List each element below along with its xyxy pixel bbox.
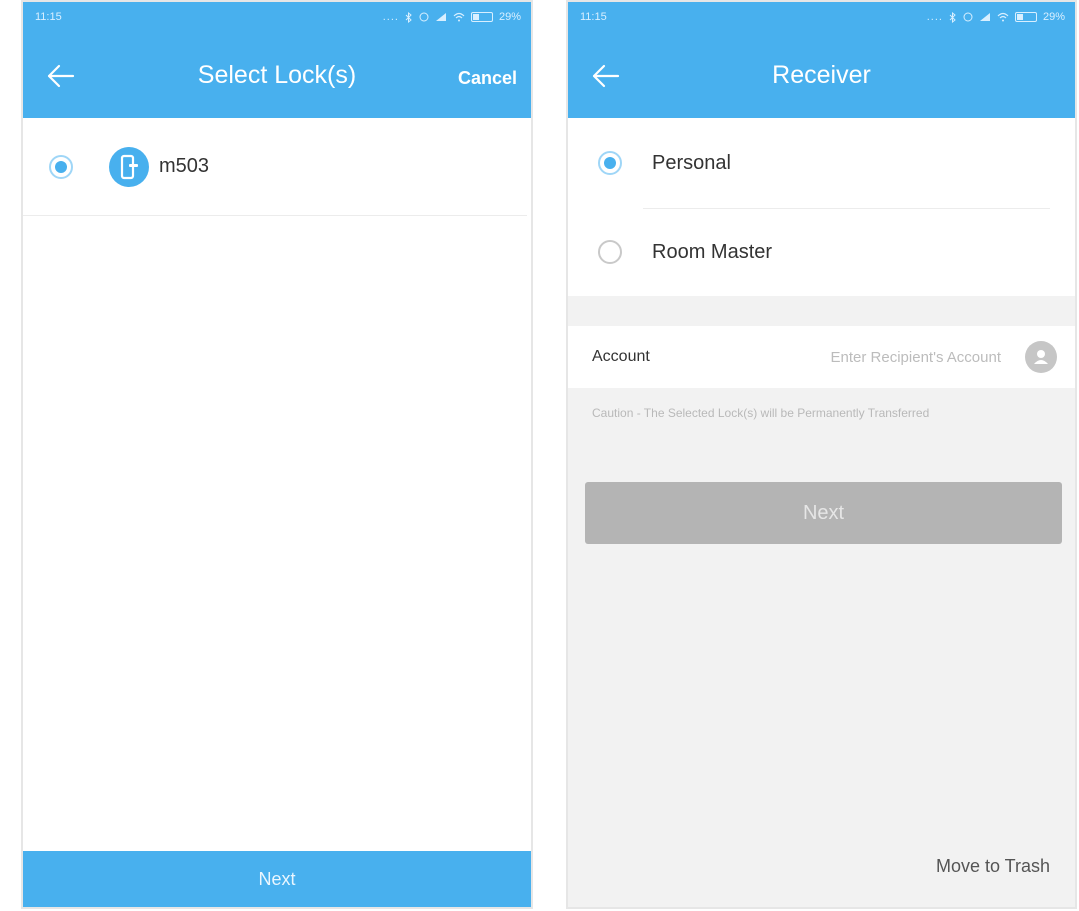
status-time: 11:15 [580, 11, 607, 23]
battery-icon [1014, 12, 1037, 22]
room-master-radio[interactable] [598, 240, 622, 264]
lock-list-item[interactable]: m503 [23, 118, 527, 216]
personal-radio[interactable] [598, 151, 622, 175]
status-bar: 11:15 .... 29% [568, 2, 1075, 32]
bluetooth-icon [949, 11, 956, 23]
option-personal[interactable]: Personal [568, 118, 1075, 208]
status-time: 11:15 [35, 11, 62, 23]
account-input[interactable] [762, 348, 1025, 366]
signal-icon [435, 13, 446, 21]
wifi-icon [997, 12, 1009, 22]
header: Receiver [568, 32, 1075, 118]
arrow-left-icon[interactable] [588, 58, 624, 94]
account-row: Account [568, 326, 1075, 388]
next-button[interactable]: Next [585, 482, 1062, 544]
select-locks-screen: 11:15 .... 29% Select Lock(s) Cancel m50… [21, 0, 533, 909]
notification-dots: .... [382, 11, 399, 23]
lock-radio[interactable] [49, 154, 73, 179]
divider [643, 208, 1050, 209]
option-room-master[interactable]: Room Master [568, 208, 1075, 296]
option-label: Room Master [652, 240, 773, 263]
arrow-left-icon[interactable] [43, 58, 79, 94]
wifi-icon [453, 12, 465, 22]
bluetooth-icon [405, 11, 412, 23]
battery-level: 29% [1042, 11, 1065, 23]
header: Select Lock(s) Cancel [23, 32, 531, 118]
page-title: Select Lock(s) [197, 60, 357, 89]
battery-level: 29% [498, 11, 521, 23]
caution-text: Caution - The Selected Lock(s) will be P… [592, 406, 930, 420]
option-label: Personal [652, 151, 731, 174]
page-title: Receiver [772, 60, 871, 89]
alarm-icon [419, 12, 429, 22]
contact-person-icon[interactable] [1025, 341, 1057, 373]
next-button[interactable]: Next [23, 851, 531, 907]
door-lock-icon [109, 146, 149, 187]
lock-name: m503 [159, 155, 210, 177]
receiver-screen: 11:15 .... 29% Receiver Personal Room Ma… [566, 0, 1077, 909]
receiver-type-options: Personal Room Master [568, 118, 1075, 296]
signal-icon [979, 13, 990, 21]
notification-dots: .... [926, 11, 943, 23]
battery-icon [470, 12, 493, 22]
account-label: Account [592, 348, 650, 365]
status-bar: 11:15 .... 29% [23, 2, 531, 32]
move-to-trash-link[interactable]: Move to Trash [936, 856, 1050, 877]
alarm-icon [963, 12, 973, 22]
cancel-button[interactable]: Cancel [458, 68, 517, 89]
